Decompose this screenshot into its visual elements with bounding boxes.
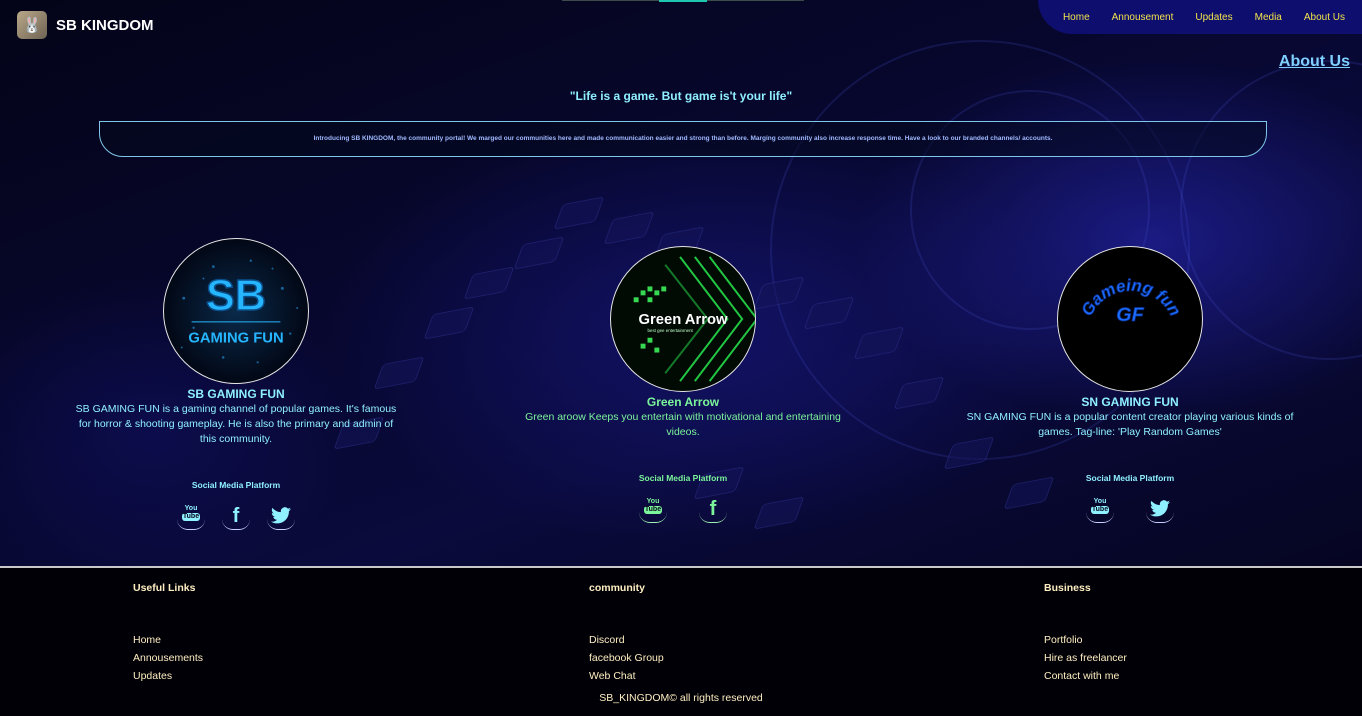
footer-column-useful-links: Useful Links Home Annousements Updates (133, 582, 433, 685)
channel-avatar[interactable]: Green Arrow best gee entertainment (610, 246, 756, 392)
social-icons: You Tube f (66, 502, 406, 530)
copyright: SB_KINGDOM© all rights reserved (599, 692, 763, 704)
channel-card-sn-gaming-fun: Gameing fun GF SN GAMING FUN SN GAMING F… (960, 246, 1300, 523)
intro-box: Introducing SB KINGDOM, the community po… (99, 121, 1267, 157)
footer-link-contact[interactable]: Contact with me (1044, 667, 1344, 685)
intro-text: Introducing SB KINGDOM, the community po… (313, 135, 1053, 142)
footer-column-business: Business Portfolio Hire as freelancer Co… (1044, 582, 1344, 685)
footer-link-home[interactable]: Home (133, 631, 433, 649)
channel-card-green-arrow: Green Arrow best gee entertainment Green… (513, 246, 853, 523)
footer-link-facebook-group[interactable]: facebook Group (589, 649, 889, 667)
twitter-icon[interactable] (267, 502, 295, 530)
footer-column-title: Business (1044, 582, 1091, 594)
footer-link-announcements[interactable]: Annousements (133, 649, 433, 667)
top-divider-accent (659, 0, 707, 2)
sb-logo-graphic: SB GAMING FUN (180, 259, 299, 364)
footer-column-title: community (589, 582, 646, 594)
youtube-icon[interactable]: You Tube (177, 502, 205, 530)
green-arrow-logo-graphic: Green Arrow best gee entertainment (633, 256, 755, 382)
sb-logo-letters: SB (206, 272, 266, 320)
footer-link-web-chat[interactable]: Web Chat (589, 667, 889, 685)
channel-avatar[interactable]: Gameing fun GF (1057, 246, 1203, 392)
brand-name: SB KINGDOM (56, 16, 154, 34)
social-label: Social Media Platform (638, 473, 728, 483)
channel-title: SN GAMING FUN (1081, 395, 1179, 409)
green-arrow-logo-subtext: best gee entertainment (648, 328, 694, 333)
main-nav: Home Annousement Updates Media About Us (1038, 0, 1362, 34)
social-icons: You Tube (960, 495, 1300, 523)
twitter-icon[interactable] (1146, 495, 1174, 523)
nav-about-us[interactable]: About Us (1304, 12, 1345, 23)
nav-media[interactable]: Media (1255, 12, 1282, 23)
footer-link-discord[interactable]: Discord (589, 631, 889, 649)
channel-title: Green Arrow (646, 395, 720, 409)
nav-announcement[interactable]: Annousement (1112, 12, 1174, 23)
youtube-icon[interactable]: You Tube (639, 495, 667, 523)
footer-link-updates[interactable]: Updates (133, 667, 433, 685)
social-label: Social Media Platform (191, 480, 281, 490)
facebook-icon[interactable]: f (222, 502, 250, 530)
channel-title: SB GAMING FUN (187, 387, 285, 401)
green-arrow-logo-text: Green Arrow (639, 312, 728, 328)
channel-description: SN GAMING FUN is a popular content creat… (966, 411, 1294, 438)
channel-card-sb-gaming-fun: SB GAMING FUN SB GAMING FUN SB GAMING FU… (66, 238, 406, 530)
channel-description: Green aroow Keeps you entertain with mot… (525, 411, 841, 438)
gf-logo-graphic: Gameing fun GF (1077, 275, 1185, 326)
social-label: Social Media Platform (1085, 473, 1175, 483)
nav-home[interactable]: Home (1063, 12, 1090, 23)
nav-updates[interactable]: Updates (1195, 12, 1232, 23)
sb-logo-subtext: GAMING FUN (188, 331, 283, 347)
channel-avatar[interactable]: SB GAMING FUN (163, 238, 309, 384)
channel-description: SB GAMING FUN is a gaming channel of pop… (75, 403, 397, 445)
footer-column-community: community Discord facebook Group Web Cha… (589, 582, 889, 685)
brand-logo: 🐰 (17, 11, 47, 39)
brand[interactable]: 🐰 SB KINGDOM (17, 11, 154, 39)
tagline: "Life is a game. But game is't your life… (569, 89, 793, 103)
footer-link-portfolio[interactable]: Portfolio (1044, 631, 1344, 649)
gf-logo-letters: GF (1116, 304, 1144, 326)
youtube-icon[interactable]: You Tube (1086, 495, 1114, 523)
footer-column-title: Useful Links (133, 582, 196, 594)
footer-link-hire-freelancer[interactable]: Hire as freelancer (1044, 649, 1344, 667)
facebook-icon[interactable]: f (699, 495, 727, 523)
about-us-heading[interactable]: About Us (1279, 53, 1350, 71)
footer: Useful Links Home Annousements Updates c… (0, 566, 1362, 716)
social-icons: You Tube f (513, 495, 853, 523)
